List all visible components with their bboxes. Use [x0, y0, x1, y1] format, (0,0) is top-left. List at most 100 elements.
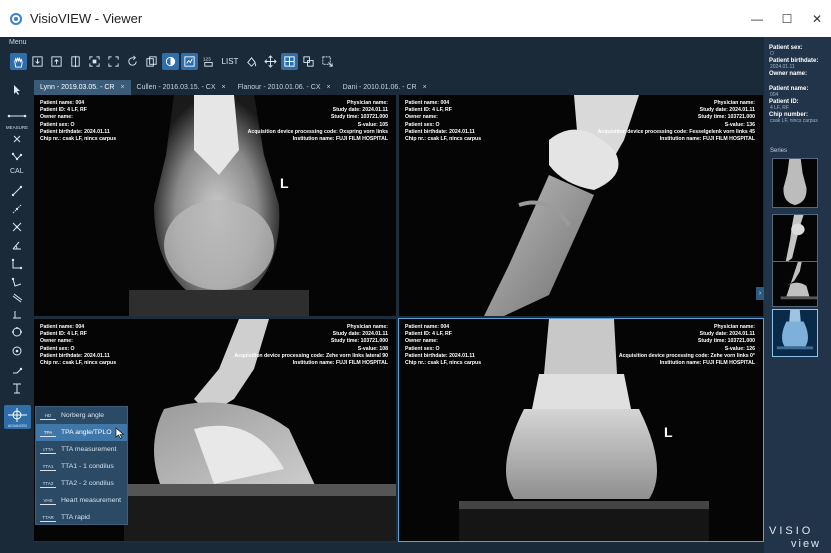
close-measure-button[interactable]	[9, 131, 25, 147]
perpendicular-tool[interactable]	[9, 306, 25, 322]
viewport-4[interactable]: Patient name: 004 Patient ID: 4 LF, RF O…	[398, 318, 764, 542]
chip-nr: Chip nr.: csak LF, nincs carpus	[405, 136, 482, 143]
patient-id: Patient ID: 4 LF, RF	[405, 107, 452, 114]
chip-nr: Chip nr.: csak LF, nincs carpus	[40, 136, 117, 143]
series-thumbnail-4[interactable]	[772, 309, 818, 357]
minimize-button[interactable]: —	[743, 0, 771, 37]
import-button[interactable]	[29, 53, 46, 70]
advanced-tools-menu: HD Norberg angle TPA TPA angle/TPLO cTTA…	[35, 406, 128, 525]
annotation-button[interactable]	[181, 52, 198, 70]
collapse-panel-button[interactable]: ›	[756, 287, 764, 300]
ruler-icon	[7, 114, 27, 118]
calibration-button[interactable]: CAL	[10, 168, 24, 175]
series-thumbnail-1[interactable]	[772, 158, 818, 208]
pan-hand-tool-button[interactable]	[10, 52, 27, 70]
advanced-measure-icon	[8, 408, 27, 422]
field-value	[770, 77, 831, 86]
grid-2x2-icon	[284, 55, 295, 67]
viewport-info-left: Patient name: 004 Patient ID: 4 LF, RF O…	[40, 324, 116, 367]
thumbnail-image	[773, 215, 817, 263]
patient-birthdate: Patient birthdate: 2024.01.11	[405, 352, 475, 359]
institution-name: Institution name: FUJI FILM HOSPITAL	[659, 136, 755, 143]
tab-close-icon[interactable]: ×	[423, 84, 427, 91]
polyline-tool[interactable]	[9, 149, 25, 165]
dotted-line-tool[interactable]	[9, 201, 25, 217]
center-circle-tool[interactable]	[9, 343, 25, 359]
menu-label[interactable]: Menu	[9, 39, 27, 46]
side-marker: L	[664, 424, 673, 440]
study-tabs: Lynn - 2019.03.05. - CR × Cullen - 2016.…	[34, 80, 433, 95]
viewport-info-right: Physician name: Study date: 2024.01.11 S…	[598, 100, 755, 143]
physician-name: Physician name:	[714, 100, 755, 106]
grid-layout-button[interactable]	[281, 52, 298, 70]
brand-logo-bottom: view	[791, 538, 822, 550]
circle-tool[interactable]	[9, 324, 25, 340]
study-date: Study date: 2024.01.11	[699, 331, 755, 338]
menu-item-label: TPA angle/TPLO	[61, 429, 112, 436]
fullscreen-button[interactable]	[105, 53, 122, 70]
parallel-lines-tool[interactable]	[9, 290, 25, 306]
text-tool[interactable]	[9, 380, 25, 396]
point-tool[interactable]	[9, 362, 25, 378]
menu-item-label: TTA2 - 2 condilus	[61, 480, 114, 487]
series-thumbnail-2[interactable]	[772, 214, 818, 264]
menu-item-norberg-angle[interactable]: HD Norberg angle	[36, 407, 127, 424]
menu-item-tta1[interactable]: TTA1 TTA1 - 1 condilus	[36, 458, 127, 475]
tab-close-icon[interactable]: ×	[327, 84, 331, 91]
close-window-button[interactable]: ✕	[803, 0, 831, 37]
pointer-tool[interactable]	[9, 82, 25, 98]
copy-button[interactable]	[143, 53, 160, 70]
menu-item-tta2[interactable]: TTA2 TTA2 - 2 condilus	[36, 475, 127, 492]
zoom-fit-button[interactable]	[86, 53, 103, 70]
s-value: S-value: 136	[724, 121, 755, 128]
triangle-tool[interactable]	[9, 274, 25, 290]
viewport-1[interactable]: Patient name: 004 Patient ID: 4 LF, RF O…	[34, 95, 396, 316]
angle-tool[interactable]	[9, 237, 25, 253]
processing-code: Acquisition device processing code: Zehe…	[234, 352, 388, 359]
field-value: 4 LF, RF	[770, 105, 789, 111]
viewport-2[interactable]: Patient name: 004 Patient ID: 4 LF, RF O…	[399, 95, 763, 316]
tab-lynn[interactable]: Lynn - 2019.03.05. - CR ×	[34, 80, 131, 95]
export-button[interactable]	[48, 53, 65, 70]
menu-item-tta-measurement[interactable]: cTTA TTA measurement	[36, 441, 127, 458]
perpendicular-icon	[13, 311, 21, 319]
tab-dani[interactable]: Dani - 2010.01.06. - CR ×	[337, 80, 433, 95]
tab-flanour[interactable]: Flanour - 2010.01.06. - CX ×	[232, 80, 337, 95]
line-tool[interactable]	[9, 183, 25, 199]
s-value: S-value: 108	[357, 345, 388, 352]
cross-tool[interactable]	[9, 219, 25, 235]
patient-birthdate: Patient birthdate: 2024.01.11	[405, 128, 475, 135]
advanced-tools-button[interactable]: ADVANCED	[4, 405, 31, 429]
export-icon	[51, 55, 62, 67]
field-chip-number: Chip number: csak LF, nincs carpus	[764, 112, 831, 125]
maximize-button[interactable]: ☐	[773, 0, 801, 37]
menu-item-tpa-angle[interactable]: TPA TPA angle/TPLO	[36, 424, 127, 441]
owner-name: Owner name:	[40, 338, 73, 345]
patient-sex: Patient sex: O	[40, 345, 75, 352]
cross-lines-icon	[12, 222, 22, 232]
cobb-angle-tool[interactable]	[9, 256, 25, 272]
flip-button[interactable]	[67, 53, 84, 70]
patient-name: Patient name: 004	[40, 100, 85, 106]
tab-close-icon[interactable]: ×	[120, 84, 124, 91]
field-patient-birthdate: Patient birthdate: 2024.01.11	[764, 58, 831, 71]
invert-button[interactable]	[162, 52, 179, 70]
select-region-button[interactable]	[319, 53, 336, 70]
tab-label: Flanour - 2010.01.06. - CX	[237, 84, 321, 91]
paint-button[interactable]	[243, 53, 260, 70]
list-button[interactable]: LIST	[219, 53, 241, 70]
owner-name: Owner name:	[40, 114, 73, 121]
custom-layout-button[interactable]	[300, 53, 317, 70]
cobb-angle-icon	[11, 258, 23, 270]
ruler-tool[interactable]	[6, 108, 28, 124]
numbering-button[interactable]: 123	[200, 53, 217, 70]
move-button[interactable]	[262, 53, 279, 70]
rotate-button[interactable]	[124, 53, 141, 70]
tab-close-icon[interactable]: ×	[222, 84, 226, 91]
menu-item-heart-measurement[interactable]: VHS Heart measurement	[36, 492, 127, 509]
patient-id: Patient ID: 4 LF, RF	[40, 107, 87, 114]
tab-cullen[interactable]: Cullen - 2016.03.15. - CX ×	[131, 80, 232, 95]
menu-item-tta-rapid[interactable]: TTAR TTA rapid	[36, 509, 127, 526]
patient-info-panel: Patient sex: O Patient birthdate: 2024.0…	[764, 37, 831, 553]
series-thumbnail-3[interactable]	[772, 261, 818, 307]
